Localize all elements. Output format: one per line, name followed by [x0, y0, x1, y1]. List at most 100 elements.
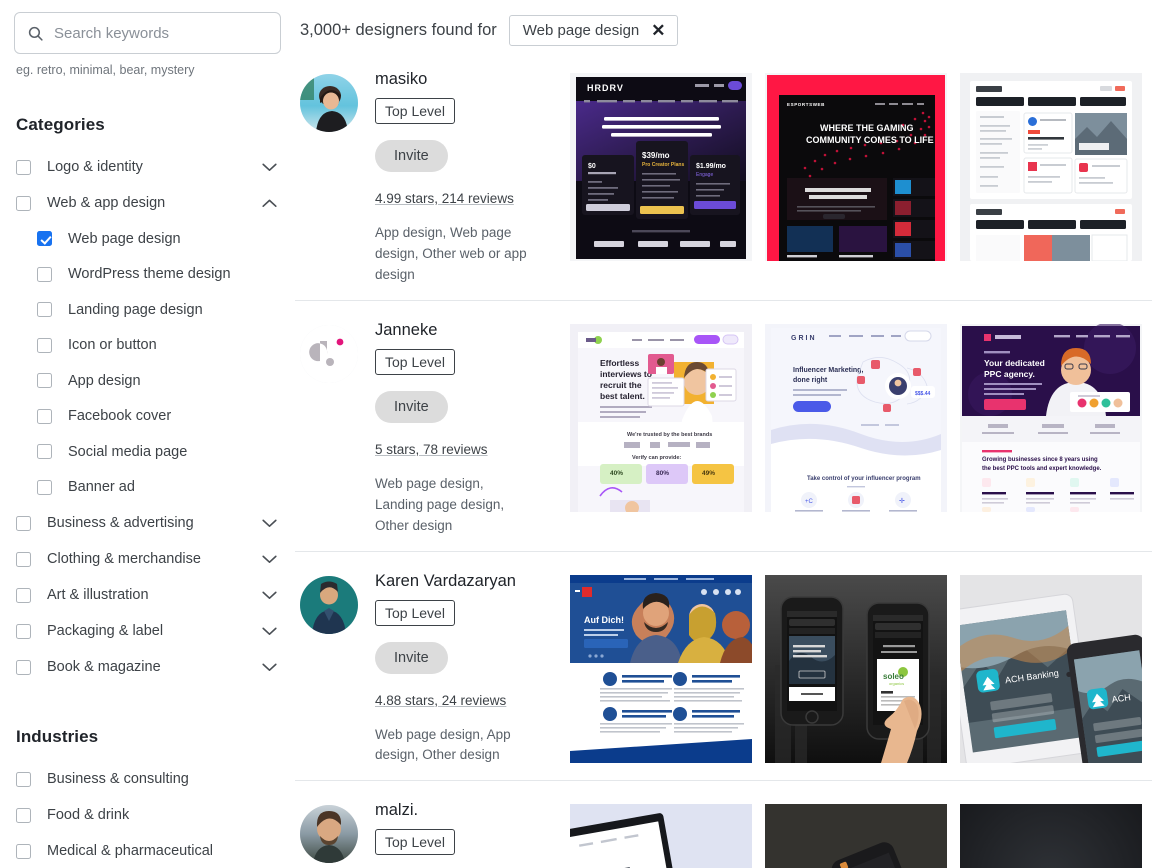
subcategory-label: Social media page — [68, 443, 188, 460]
checkbox-wordpress-theme-design[interactable] — [37, 266, 52, 282]
designer-info: Karen Vardazaryan Top Level Invite 4.88 … — [375, 570, 527, 767]
portfolio-thumbnail[interactable]: ACH Banking ACH — [960, 574, 1142, 763]
checkbox-food-drink[interactable] — [16, 807, 31, 823]
svg-text:Auf Dich!: Auf Dich! — [584, 615, 624, 625]
checkbox-book-magazine[interactable] — [16, 659, 31, 675]
designer-skills: Web page design, App design, Other desig… — [375, 726, 511, 763]
chevron-down-icon[interactable] — [262, 663, 281, 672]
chevron-down-icon[interactable] — [262, 519, 281, 528]
portfolio-thumbnail[interactable]: HRDRV $0 $39/mo Pro Creator Plans $1.99/… — [570, 73, 752, 261]
portfolio-thumbnail[interactable]: GRIN Influencer Marketing, done right $$… — [765, 323, 947, 512]
svg-text:WHERE THE GAMING: WHERE THE GAMING — [820, 123, 914, 133]
designer-name[interactable]: Karen Vardazaryan — [375, 572, 527, 591]
category-label: Clothing & merchandise — [47, 551, 201, 567]
avatar[interactable] — [300, 805, 358, 864]
categories-heading: Categories — [16, 115, 105, 134]
checkbox-medical-pharmaceutical[interactable] — [16, 843, 31, 859]
category-row-clothing-merchandise[interactable]: Clothing & merchandise — [14, 541, 281, 577]
designer-name[interactable]: Janneke — [375, 321, 527, 340]
chevron-up-icon[interactable] — [262, 199, 281, 208]
portfolio-thumbnail[interactable] — [765, 804, 947, 868]
avatar[interactable] — [300, 74, 358, 132]
avatar[interactable] — [300, 575, 358, 634]
rating-link[interactable]: 4.99 stars, 214 reviews — [375, 191, 527, 206]
chevron-down-icon[interactable] — [262, 555, 281, 564]
close-icon[interactable]: ✕ — [651, 22, 665, 39]
subcategory-row-app-design[interactable]: App design — [14, 363, 281, 399]
subcategory-row-social-media-page[interactable]: Social media page — [14, 434, 281, 470]
checkbox-web-page-design[interactable] — [37, 231, 52, 247]
portfolio-thumbnail[interactable] — [570, 804, 752, 868]
invite-button[interactable]: Invite — [375, 390, 448, 423]
checkbox-business-consulting[interactable] — [16, 771, 31, 787]
category-row-logo-identity[interactable]: Logo & identity — [14, 149, 281, 185]
search-icon — [27, 25, 44, 42]
rating-link[interactable]: 5 stars, 78 reviews — [375, 442, 527, 457]
checkbox-social-media-page[interactable] — [37, 444, 52, 460]
filter-chip-web-page-design[interactable]: Web page design ✕ — [508, 14, 678, 46]
industry-row-food-drink[interactable]: Food & drink — [14, 797, 281, 833]
designer-name[interactable]: masiko — [375, 70, 527, 89]
checkbox-landing-page-design[interactable] — [37, 302, 52, 318]
checkbox-clothing-merchandise[interactable] — [16, 551, 31, 567]
checkbox-facebook-cover[interactable] — [37, 408, 52, 424]
checkbox-packaging-label[interactable] — [16, 623, 31, 639]
industry-row-medical-pharmaceutical[interactable]: Medical & pharmaceutical — [14, 833, 281, 868]
chevron-down-icon[interactable] — [262, 627, 281, 636]
portfolio-thumbnail[interactable] — [960, 73, 1142, 261]
status-badge: Top Level — [375, 98, 455, 124]
subcategory-row-landing-page-design[interactable]: Landing page design — [14, 292, 281, 328]
portfolio-thumbnail[interactable]: ESPORTSWEB WHERE THE GAMING COMMUNITY CO… — [765, 73, 947, 261]
category-row-art-illustration[interactable]: Art & illustration — [14, 577, 281, 613]
subcategory-row-banner-ad[interactable]: Banner ad — [14, 470, 281, 506]
search-box[interactable] — [14, 12, 281, 54]
filter-chip-label: Web page design — [522, 21, 640, 39]
portfolio-thumbnails: HRDRV $0 $39/mo Pro Creator Plans $1.99/… — [570, 68, 1142, 286]
subcategory-label: Landing page design — [68, 301, 203, 318]
designer-name[interactable]: malzi. — [375, 801, 455, 820]
portfolio-thumbnail[interactable]: Auf Dich! — [570, 574, 752, 763]
invite-button[interactable]: Invite — [375, 140, 448, 172]
category-row-book-magazine[interactable]: Book & magazine — [14, 649, 281, 685]
portfolio-thumbnail[interactable]: Your dedicated PPC agency. Growing busin… — [960, 323, 1142, 512]
status-badge: Top Level — [375, 829, 455, 856]
subcategory-label: Banner ad — [68, 479, 135, 496]
category-row-business-advertising[interactable]: Business & advertising — [14, 505, 281, 541]
subcategory-row-web-page-design[interactable]: Web page design — [14, 221, 281, 257]
subcategory-row-facebook-cover[interactable]: Facebook cover — [14, 399, 281, 435]
svg-text:GRIN: GRIN — [791, 335, 817, 342]
svg-text:done right: done right — [793, 377, 828, 384]
svg-text:40%: 40% — [610, 470, 623, 477]
checkbox-banner-ad[interactable] — [37, 479, 52, 495]
svg-text:COMMUNITY COMES TO LIFE: COMMUNITY COMES TO LIFE — [806, 135, 934, 145]
industry-row-business-consulting[interactable]: Business & consulting — [14, 761, 281, 797]
svg-text:soleo: soleo — [883, 672, 904, 681]
category-label: Logo & identity — [47, 159, 143, 175]
invite-button[interactable]: Invite — [375, 641, 448, 674]
subcategory-row-icon-or-button[interactable]: Icon or button — [14, 328, 281, 364]
checkbox-art-illustration[interactable] — [16, 587, 31, 603]
svg-text:Your dedicated: Your dedicated — [984, 358, 1045, 368]
portfolio-thumbnail[interactable]: soleo organics — [765, 574, 947, 763]
subcategory-label: WordPress theme design — [68, 266, 231, 283]
checkbox-web-app-design[interactable] — [16, 195, 31, 211]
portfolio-thumbnail[interactable]: MIELE — [960, 804, 1142, 868]
chevron-down-icon[interactable] — [262, 591, 281, 600]
checkbox-icon-or-button[interactable] — [37, 337, 52, 353]
subcategory-row-wordpress-theme-design[interactable]: WordPress theme design — [14, 257, 281, 293]
svg-text:$$$.44: $$$.44 — [915, 391, 931, 397]
svg-text:interviews to: interviews to — [600, 369, 652, 379]
category-row-web-app-design[interactable]: Web & app design — [14, 185, 281, 221]
category-row-packaging-label[interactable]: Packaging & label — [14, 613, 281, 649]
checkbox-app-design[interactable] — [37, 373, 52, 389]
avatar[interactable] — [300, 324, 358, 383]
search-input[interactable] — [54, 24, 268, 42]
checkbox-logo-identity[interactable] — [16, 159, 31, 175]
subcategory-label: Facebook cover — [68, 408, 172, 425]
portfolio-thumbnails: MIELE — [570, 799, 1142, 868]
chevron-down-icon[interactable] — [262, 163, 281, 172]
portfolio-thumbnail[interactable]: Effortless interviews to recruit the best t… — [570, 323, 752, 512]
checkbox-business-advertising[interactable] — [16, 515, 31, 531]
subcategory-label: Web page design — [68, 230, 181, 247]
rating-link[interactable]: 4.88 stars, 24 reviews — [375, 693, 527, 708]
